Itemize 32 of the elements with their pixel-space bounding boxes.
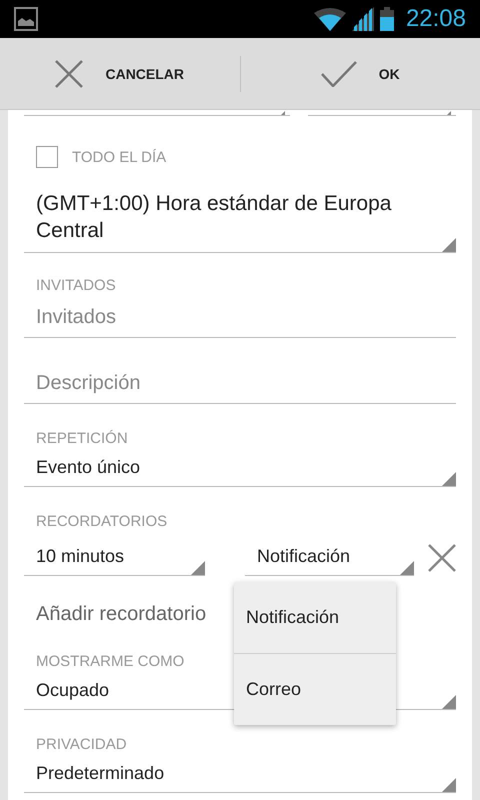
checkbox-label: TODO EL DÍA (72, 148, 166, 166)
section-label: PRIVACIDAD (36, 736, 127, 753)
dropdown-triangle-icon (190, 561, 205, 575)
timezone-spinner[interactable]: (GMT+1:00) Hora estándar de Europa Central (24, 180, 456, 253)
clock-time: 22:08 (406, 5, 466, 33)
section-label: RECORDATORIOS (36, 513, 168, 530)
section-label: REPETICIÓN (36, 430, 128, 447)
dropdown-triangle-icon (442, 778, 456, 792)
menu-item[interactable]: Correo (234, 654, 396, 725)
dropdown-triangle-icon (442, 695, 456, 709)
checkmark-icon (320, 60, 357, 86)
close-icon (55, 60, 84, 88)
ok-button[interactable]: OK (240, 38, 480, 109)
repetition-spinner[interactable]: Evento único (24, 447, 456, 487)
battery-icon (380, 7, 394, 31)
add-reminder-button[interactable]: Añadir recordatorio (24, 576, 218, 630)
dropdown-triangle-icon (442, 472, 456, 486)
dropdown-triangle-icon (400, 561, 414, 575)
reminder-time-spinner[interactable]: 10 minutos (24, 536, 205, 576)
checkbox[interactable] (36, 146, 58, 168)
wifi-icon (314, 7, 346, 31)
cancel-button[interactable]: CANCELAR (0, 38, 240, 109)
privacy-spinner[interactable]: Predeterminado (24, 753, 456, 793)
reminder-method-spinner[interactable]: Notificación (244, 542, 414, 576)
image-notification-icon (14, 7, 38, 31)
menu-item[interactable]: Notificación (234, 582, 396, 653)
signal-icon (352, 7, 374, 31)
dropdown-triangle-icon (442, 238, 456, 252)
close-icon (428, 544, 456, 572)
section-label: INVITADOS (36, 277, 116, 294)
section-label: MOSTRARME COMO (36, 653, 184, 670)
remove-reminder-button[interactable] (428, 544, 456, 572)
